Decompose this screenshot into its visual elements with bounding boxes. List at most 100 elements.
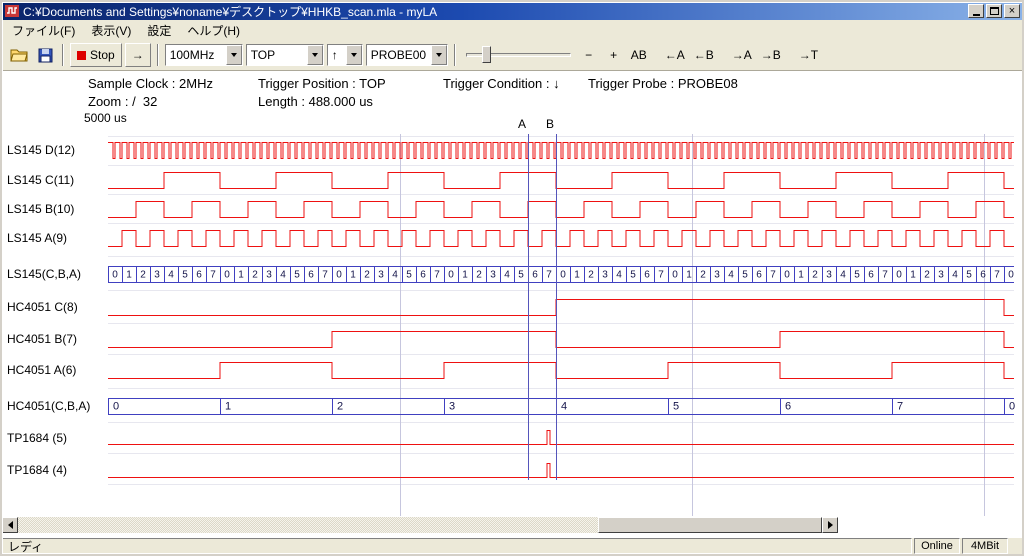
triangle-left-icon xyxy=(8,521,13,529)
statusbar: レディ Online 4MBit xyxy=(2,538,1022,554)
svg-text:3: 3 xyxy=(602,270,608,281)
svg-text:2: 2 xyxy=(364,270,370,281)
svg-text:5: 5 xyxy=(518,270,524,281)
minimize-icon xyxy=(973,14,980,16)
status-online: Online xyxy=(914,538,960,554)
menu-help[interactable]: ヘルプ(H) xyxy=(179,19,248,42)
trigger-edge-value: ↑ xyxy=(328,45,346,65)
svg-text:6: 6 xyxy=(420,270,426,281)
menubar: ファイル(F) 表示(V) 設定 ヘルプ(H) xyxy=(2,20,1022,40)
svg-text:0: 0 xyxy=(1008,270,1014,281)
maximize-button[interactable] xyxy=(986,4,1002,18)
svg-text:6: 6 xyxy=(785,401,791,413)
svg-text:5: 5 xyxy=(182,270,188,281)
svg-text:4: 4 xyxy=(561,401,567,413)
chevron-down-icon[interactable] xyxy=(431,45,447,65)
menu-view[interactable]: 表示(V) xyxy=(83,19,139,42)
svg-text:5: 5 xyxy=(406,270,412,281)
svg-text:6: 6 xyxy=(532,270,538,281)
trigger-position-select[interactable]: TOP xyxy=(246,44,324,66)
svg-text:3: 3 xyxy=(714,270,720,281)
zoom-out-button[interactable]: − xyxy=(578,44,600,66)
svg-text:0: 0 xyxy=(448,270,454,281)
svg-text:4: 4 xyxy=(280,270,286,281)
scrollbar-thumb[interactable] xyxy=(598,517,822,533)
run-button[interactable]: → xyxy=(125,43,151,67)
channel-label: LS145 D(12) xyxy=(7,143,75,157)
channel-label: LS145(C,B,A) xyxy=(7,267,81,281)
svg-text:0: 0 xyxy=(1009,401,1015,413)
trigger-edge-select[interactable]: ↑ xyxy=(327,44,363,66)
svg-text:0: 0 xyxy=(113,401,119,413)
svg-text:0: 0 xyxy=(112,270,118,281)
svg-text:7: 7 xyxy=(434,270,440,281)
goto-b-left-button[interactable]: ←B xyxy=(691,44,717,66)
svg-text:6: 6 xyxy=(196,270,202,281)
zoom-slider[interactable] xyxy=(466,44,571,66)
zoom-in-button[interactable]: + xyxy=(603,44,625,66)
svg-text:7: 7 xyxy=(658,270,664,281)
svg-text:7: 7 xyxy=(322,270,328,281)
svg-text:6: 6 xyxy=(756,270,762,281)
svg-text:1: 1 xyxy=(126,270,132,281)
svg-text:2: 2 xyxy=(924,270,930,281)
svg-text:1: 1 xyxy=(686,270,692,281)
svg-text:2: 2 xyxy=(812,270,818,281)
svg-text:7: 7 xyxy=(882,270,888,281)
info-length: Length : 488.000 us xyxy=(258,94,373,109)
svg-text:5: 5 xyxy=(966,270,972,281)
info-zoom: Zoom : / 32 xyxy=(88,94,157,109)
cursor-b-label[interactable]: B xyxy=(546,117,554,131)
goto-b-right-button[interactable]: →B xyxy=(758,44,784,66)
svg-text:1: 1 xyxy=(225,401,231,413)
window-title: C:¥Documents and Settings¥noname¥デスクトップ¥… xyxy=(23,3,966,20)
svg-text:5: 5 xyxy=(673,401,679,413)
chevron-down-icon[interactable] xyxy=(226,45,242,65)
svg-text:1: 1 xyxy=(798,270,804,281)
minimize-button[interactable] xyxy=(968,4,984,18)
horizontal-scrollbar[interactable] xyxy=(2,517,838,533)
app-window: C:¥Documents and Settings¥noname¥デスクトップ¥… xyxy=(0,0,1024,556)
goto-trigger-button[interactable]: →T xyxy=(796,44,821,66)
scroll-left-button[interactable] xyxy=(2,517,18,533)
slider-thumb[interactable] xyxy=(482,46,491,63)
svg-text:4: 4 xyxy=(952,270,958,281)
close-button[interactable]: × xyxy=(1004,4,1020,18)
cursor-a-label[interactable]: A xyxy=(518,117,526,131)
menu-settings[interactable]: 設定 xyxy=(139,19,179,42)
svg-text:0: 0 xyxy=(672,270,678,281)
svg-text:4: 4 xyxy=(504,270,510,281)
titlebar[interactable]: C:¥Documents and Settings¥noname¥デスクトップ¥… xyxy=(2,2,1022,20)
stop-icon xyxy=(77,51,86,60)
save-button[interactable] xyxy=(34,44,56,66)
svg-text:4: 4 xyxy=(728,270,734,281)
open-folder-icon xyxy=(10,48,28,62)
stop-button[interactable]: Stop xyxy=(70,43,122,67)
chevron-down-icon[interactable] xyxy=(307,45,323,65)
probe-value: PROBE00 xyxy=(367,45,431,65)
channel-label: LS145 C(11) xyxy=(7,173,74,187)
goto-a-right-button[interactable]: →A xyxy=(729,44,755,66)
scroll-right-button[interactable] xyxy=(822,517,838,533)
svg-text:0: 0 xyxy=(784,270,790,281)
chevron-down-icon[interactable] xyxy=(346,45,362,65)
info-sample-clock: Sample Clock : 2MHz xyxy=(88,76,213,91)
channel-label: TP1684 (4) xyxy=(7,463,67,477)
svg-text:6: 6 xyxy=(308,270,314,281)
channel-label: LS145 A(9) xyxy=(7,231,67,245)
open-button[interactable] xyxy=(7,44,31,66)
svg-text:0: 0 xyxy=(336,270,342,281)
svg-text:5: 5 xyxy=(742,270,748,281)
channel-label: LS145 B(10) xyxy=(7,202,74,216)
svg-text:4: 4 xyxy=(616,270,622,281)
probe-select[interactable]: PROBE00 xyxy=(366,44,448,66)
svg-text:7: 7 xyxy=(546,270,552,281)
sample-clock-select[interactable]: 100MHz xyxy=(165,44,243,66)
goto-a-left-button[interactable]: ←A xyxy=(662,44,688,66)
ab-button[interactable]: AB xyxy=(628,44,650,66)
menu-file[interactable]: ファイル(F) xyxy=(4,19,83,42)
floppy-icon xyxy=(38,48,53,63)
channel-label: HC4051 C(8) xyxy=(7,300,78,314)
waveform-area[interactable]: 0123456701234567012345670123456701234567… xyxy=(0,110,1024,518)
svg-text:3: 3 xyxy=(378,270,384,281)
